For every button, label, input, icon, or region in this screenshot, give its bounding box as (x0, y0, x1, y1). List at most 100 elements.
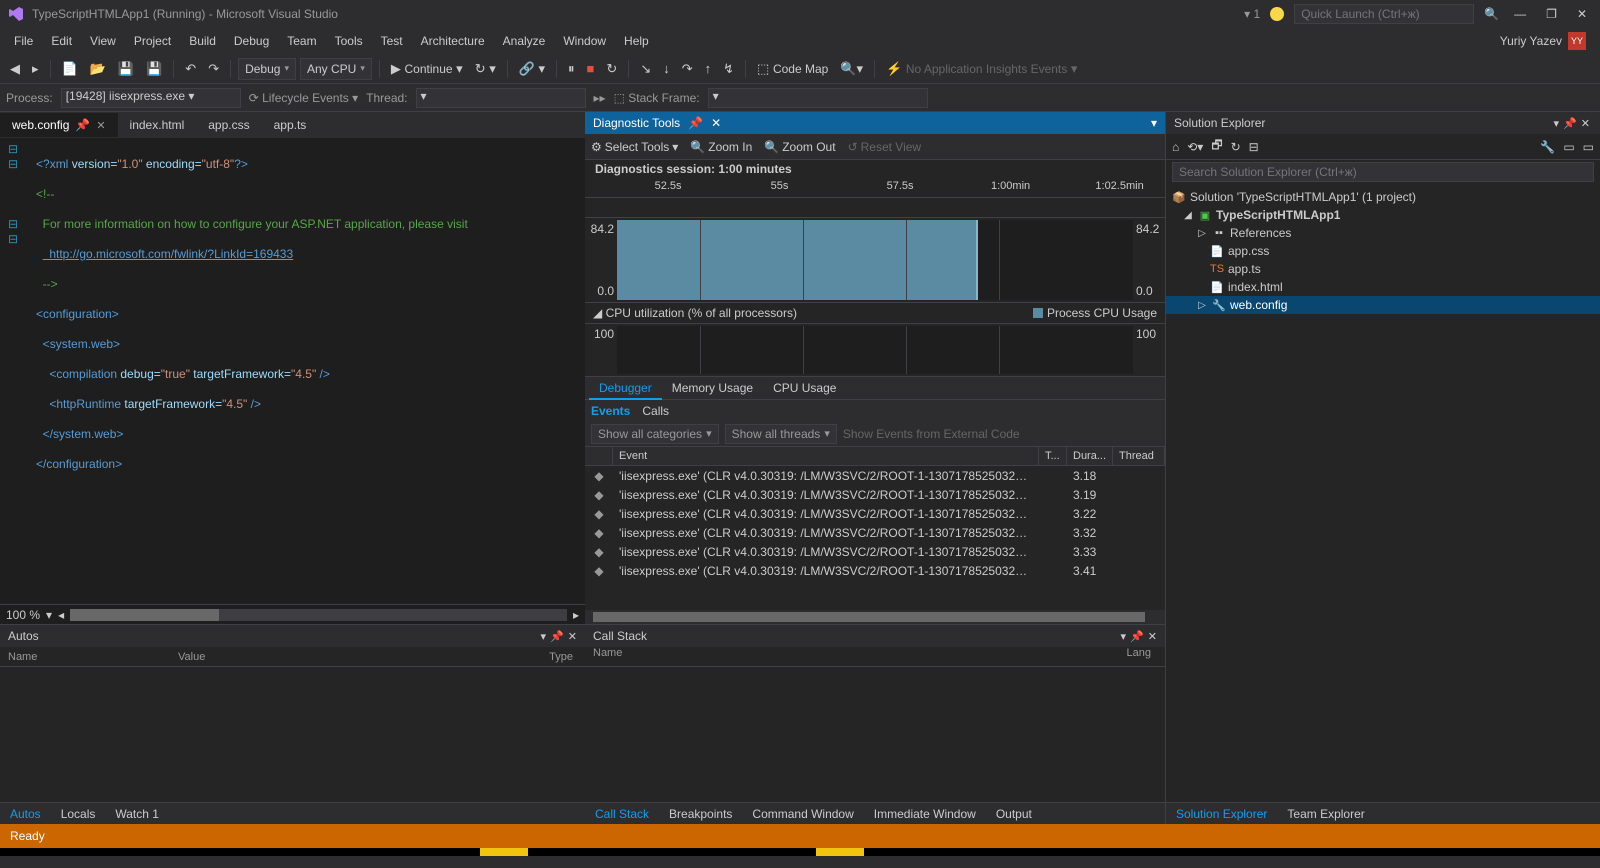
filter-external[interactable]: Show Events from External Code (843, 427, 1020, 441)
tab-index-html[interactable]: index.html (118, 113, 197, 137)
refresh-icon[interactable]: ↻ (1231, 140, 1241, 154)
col-lang[interactable]: Lang (1115, 647, 1165, 666)
subtab-calls[interactable]: Calls (642, 404, 669, 418)
close-button[interactable]: ✕ (1572, 7, 1592, 21)
tab-watch1[interactable]: Watch 1 (105, 804, 169, 824)
step-out-button[interactable]: ↑ (701, 59, 716, 78)
step-over-button[interactable]: ↷ (678, 59, 697, 79)
col-name[interactable]: Name (585, 647, 1115, 666)
horizontal-scrollbar[interactable] (70, 609, 567, 621)
pin-icon[interactable]: 📌 (550, 630, 564, 643)
code-editor[interactable]: ⊟⊟ ⊟⊟ <?xml version="1.0" encoding="utf-… (0, 138, 585, 604)
close-icon[interactable]: ✕ (568, 630, 577, 643)
event-row[interactable]: ◆'iisexpress.exe' (CLR v4.0.30319: /LM/W… (585, 523, 1165, 542)
col-event[interactable]: Event (613, 447, 1039, 465)
tab-immediate-window[interactable]: Immediate Window (864, 804, 986, 824)
forward-button[interactable]: ▸ (28, 59, 43, 79)
col-time[interactable]: T... (1039, 447, 1067, 465)
file-app-ts[interactable]: TSapp.ts (1166, 260, 1600, 278)
dropdown-icon[interactable]: ▾ (541, 630, 547, 643)
file-index-html[interactable]: 📄index.html (1166, 278, 1600, 296)
tab-memory-usage[interactable]: Memory Usage (662, 378, 763, 398)
event-row[interactable]: ◆'iisexpress.exe' (CLR v4.0.30319: /LM/W… (585, 485, 1165, 504)
close-icon[interactable]: ✕ (96, 119, 105, 132)
quick-launch-input[interactable] (1294, 4, 1474, 24)
collapse-icon[interactable]: ⊟ (1249, 140, 1259, 154)
tab-debugger[interactable]: Debugger (589, 378, 662, 400)
menu-edit[interactable]: Edit (43, 31, 80, 51)
show-all-icon[interactable]: ▭ (1563, 140, 1574, 154)
tab-autos[interactable]: Autos (0, 804, 51, 824)
tab-cpu-usage[interactable]: CPU Usage (763, 378, 846, 398)
col-duration[interactable]: Dura... (1067, 447, 1113, 465)
thread-dropdown[interactable]: ▾ (416, 88, 586, 108)
cpu-chart-header[interactable]: ◢ CPU utilization (% of all processors) … (585, 302, 1165, 324)
menu-debug[interactable]: Debug (226, 31, 277, 51)
menu-team[interactable]: Team (279, 31, 324, 51)
tab-breakpoints[interactable]: Breakpoints (659, 804, 742, 824)
zoom-level[interactable]: 100 % (6, 608, 40, 622)
dropdown-icon[interactable]: ▾ (1552, 118, 1562, 130)
codemap-find-button[interactable]: 🔍▾ (836, 59, 867, 79)
expand-icon[interactable]: ▷ (1196, 228, 1208, 239)
browser-link-button[interactable]: 🔗 ▾ (515, 59, 549, 79)
undo-button[interactable]: ↶ (181, 59, 200, 79)
menu-build[interactable]: Build (181, 31, 224, 51)
pin-icon[interactable]: 📌 (1130, 630, 1144, 643)
expand-icon[interactable]: ▷ (1196, 300, 1208, 311)
tab-output[interactable]: Output (986, 804, 1042, 824)
show-next-statement-button[interactable]: ↘ (636, 59, 655, 79)
event-row[interactable]: ◆'iisexpress.exe' (CLR v4.0.30319: /LM/W… (585, 561, 1165, 580)
tab-command-window[interactable]: Command Window (742, 804, 863, 824)
menu-window[interactable]: Window (555, 31, 614, 51)
file-web-config[interactable]: ▷🔧web.config (1166, 296, 1600, 314)
tab-solution-explorer[interactable]: Solution Explorer (1166, 804, 1277, 824)
event-row[interactable]: ◆'iisexpress.exe' (CLR v4.0.30319: /LM/W… (585, 504, 1165, 523)
col-value[interactable]: Value (170, 651, 525, 663)
minimize-button[interactable]: — (1509, 7, 1531, 21)
reset-view-button[interactable]: ↺ Reset View (848, 140, 922, 154)
zoom-in-button[interactable]: 🔍 Zoom In (690, 140, 752, 154)
tab-callstack[interactable]: Call Stack (585, 804, 659, 824)
open-file-button[interactable]: 📂 (86, 59, 110, 79)
new-project-button[interactable]: 📄 (58, 59, 82, 79)
tab-app-css[interactable]: app.css (196, 113, 261, 137)
solution-node[interactable]: 📦Solution 'TypeScriptHTMLApp1' (1 projec… (1166, 188, 1600, 206)
col-thread[interactable]: Thread (1113, 447, 1165, 465)
configuration-dropdown[interactable]: Debug (238, 58, 296, 80)
zoom-out-button[interactable]: 🔍 Zoom Out (764, 140, 835, 154)
col-type[interactable]: Type (525, 651, 585, 663)
sync-icon[interactable]: 🗗 (1211, 136, 1222, 157)
tab-locals[interactable]: Locals (51, 804, 106, 824)
tab-web-config[interactable]: web.config📌✕ (0, 113, 118, 137)
filter-categories[interactable]: Show all categories▾ (591, 424, 719, 444)
scroll-left-button[interactable]: ◂ (58, 608, 64, 622)
select-tools-button[interactable]: ⚙ Select Tools ▾ (591, 140, 678, 154)
menu-file[interactable]: File (6, 31, 41, 51)
flag-threads-button[interactable]: ▸▸ (594, 91, 606, 105)
expand-icon[interactable]: ◢ (1182, 210, 1194, 221)
user-account[interactable]: Yuriy Yazev YY (1500, 32, 1594, 50)
back-icon[interactable]: ⟲▾ (1187, 140, 1203, 154)
redo-button[interactable]: ↷ (204, 59, 223, 79)
project-node[interactable]: ◢▣TypeScriptHTMLApp1 (1166, 206, 1600, 224)
stop-button[interactable]: ■ (583, 59, 599, 78)
tab-team-explorer[interactable]: Team Explorer (1277, 804, 1374, 824)
menu-project[interactable]: Project (126, 31, 179, 51)
memory-chart[interactable]: 84.20.0 84.20.0 (585, 218, 1165, 302)
home-icon[interactable]: ⌂ (1172, 140, 1179, 154)
diagnostics-timeline[interactable]: 52.5s 55s 57.5s 1:00min 1:02.5min (585, 180, 1165, 218)
back-button[interactable]: ◀ (6, 59, 24, 79)
scroll-right-button[interactable]: ▸ (573, 608, 579, 622)
close-icon[interactable]: ✕ (711, 116, 721, 130)
maximize-button[interactable]: ❐ (1541, 7, 1562, 21)
continue-button[interactable]: ▶ Continue ▾ (387, 59, 467, 79)
event-row[interactable]: ◆'iisexpress.exe' (CLR v4.0.30319: /LM/W… (585, 466, 1165, 485)
properties-icon[interactable]: 🔧 (1540, 140, 1555, 154)
filter-threads[interactable]: Show all threads▾ (725, 424, 837, 444)
menu-tools[interactable]: Tools (327, 31, 371, 51)
lifecycle-events-button[interactable]: ⟳ Lifecycle Events ▾ (249, 91, 358, 105)
se-search-input[interactable] (1172, 162, 1594, 182)
diag-hscrollbar[interactable] (585, 610, 1165, 624)
menu-architecture[interactable]: Architecture (413, 31, 493, 51)
